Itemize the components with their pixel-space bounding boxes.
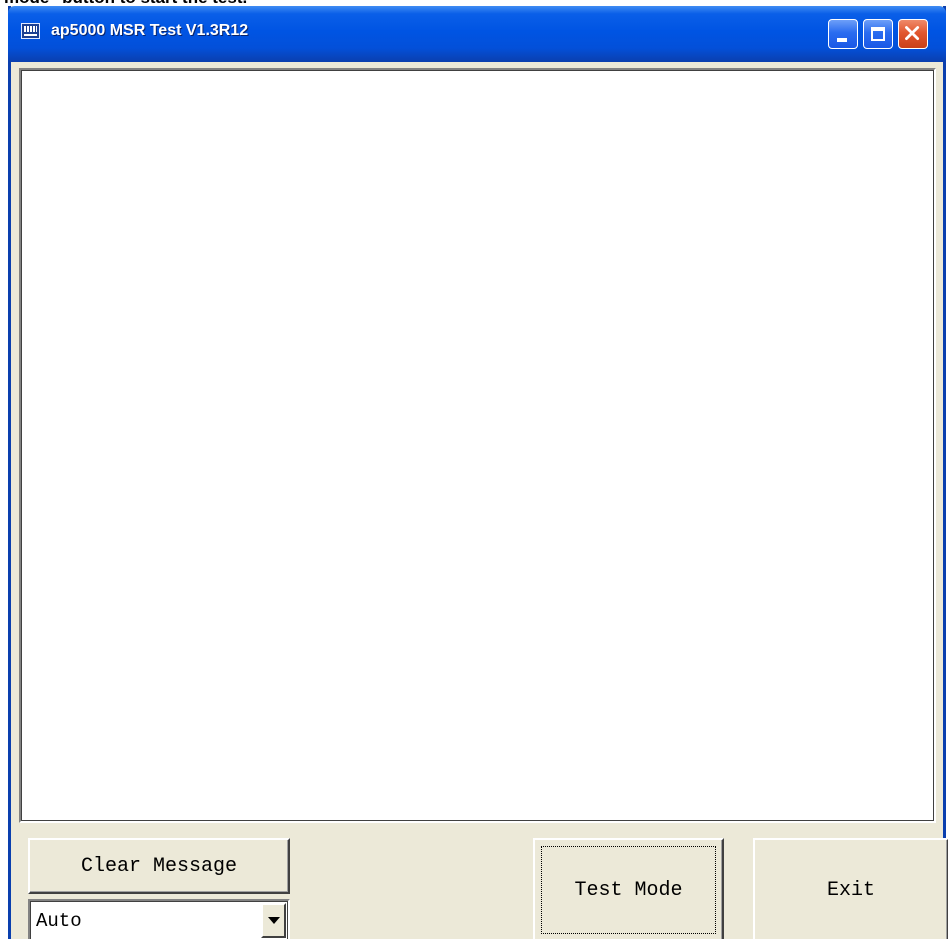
app-window-icon[interactable] (21, 23, 40, 39)
clear-message-label: Clear Message (80, 854, 238, 878)
exit-button[interactable]: Exit (753, 838, 948, 939)
close-icon (905, 26, 920, 41)
maximize-icon (871, 27, 885, 41)
maximize-button[interactable] (863, 19, 893, 49)
page: mode" button to start the test. ap5000 M… (0, 0, 948, 939)
clear-message-button[interactable]: Clear Message (28, 838, 290, 894)
app-window: ap5000 MSR Test V1.3R12 Clear Message Au… (8, 6, 948, 939)
dropdown-arrow-icon (268, 917, 280, 924)
mode-select-dropdown-button[interactable] (261, 903, 286, 938)
close-button[interactable] (898, 19, 928, 49)
mode-select-value: Auto (36, 910, 82, 932)
mode-select[interactable]: Auto (28, 899, 290, 939)
exit-label: Exit (826, 878, 875, 902)
minimize-icon (837, 38, 847, 42)
message-output-area[interactable] (19, 68, 936, 823)
window-title: ap5000 MSR Test V1.3R12 (51, 22, 249, 39)
title-bar[interactable]: ap5000 MSR Test V1.3R12 (8, 6, 946, 62)
focus-ring (541, 846, 716, 934)
minimize-button[interactable] (828, 19, 858, 49)
test-mode-button[interactable]: Test Mode (533, 838, 724, 939)
